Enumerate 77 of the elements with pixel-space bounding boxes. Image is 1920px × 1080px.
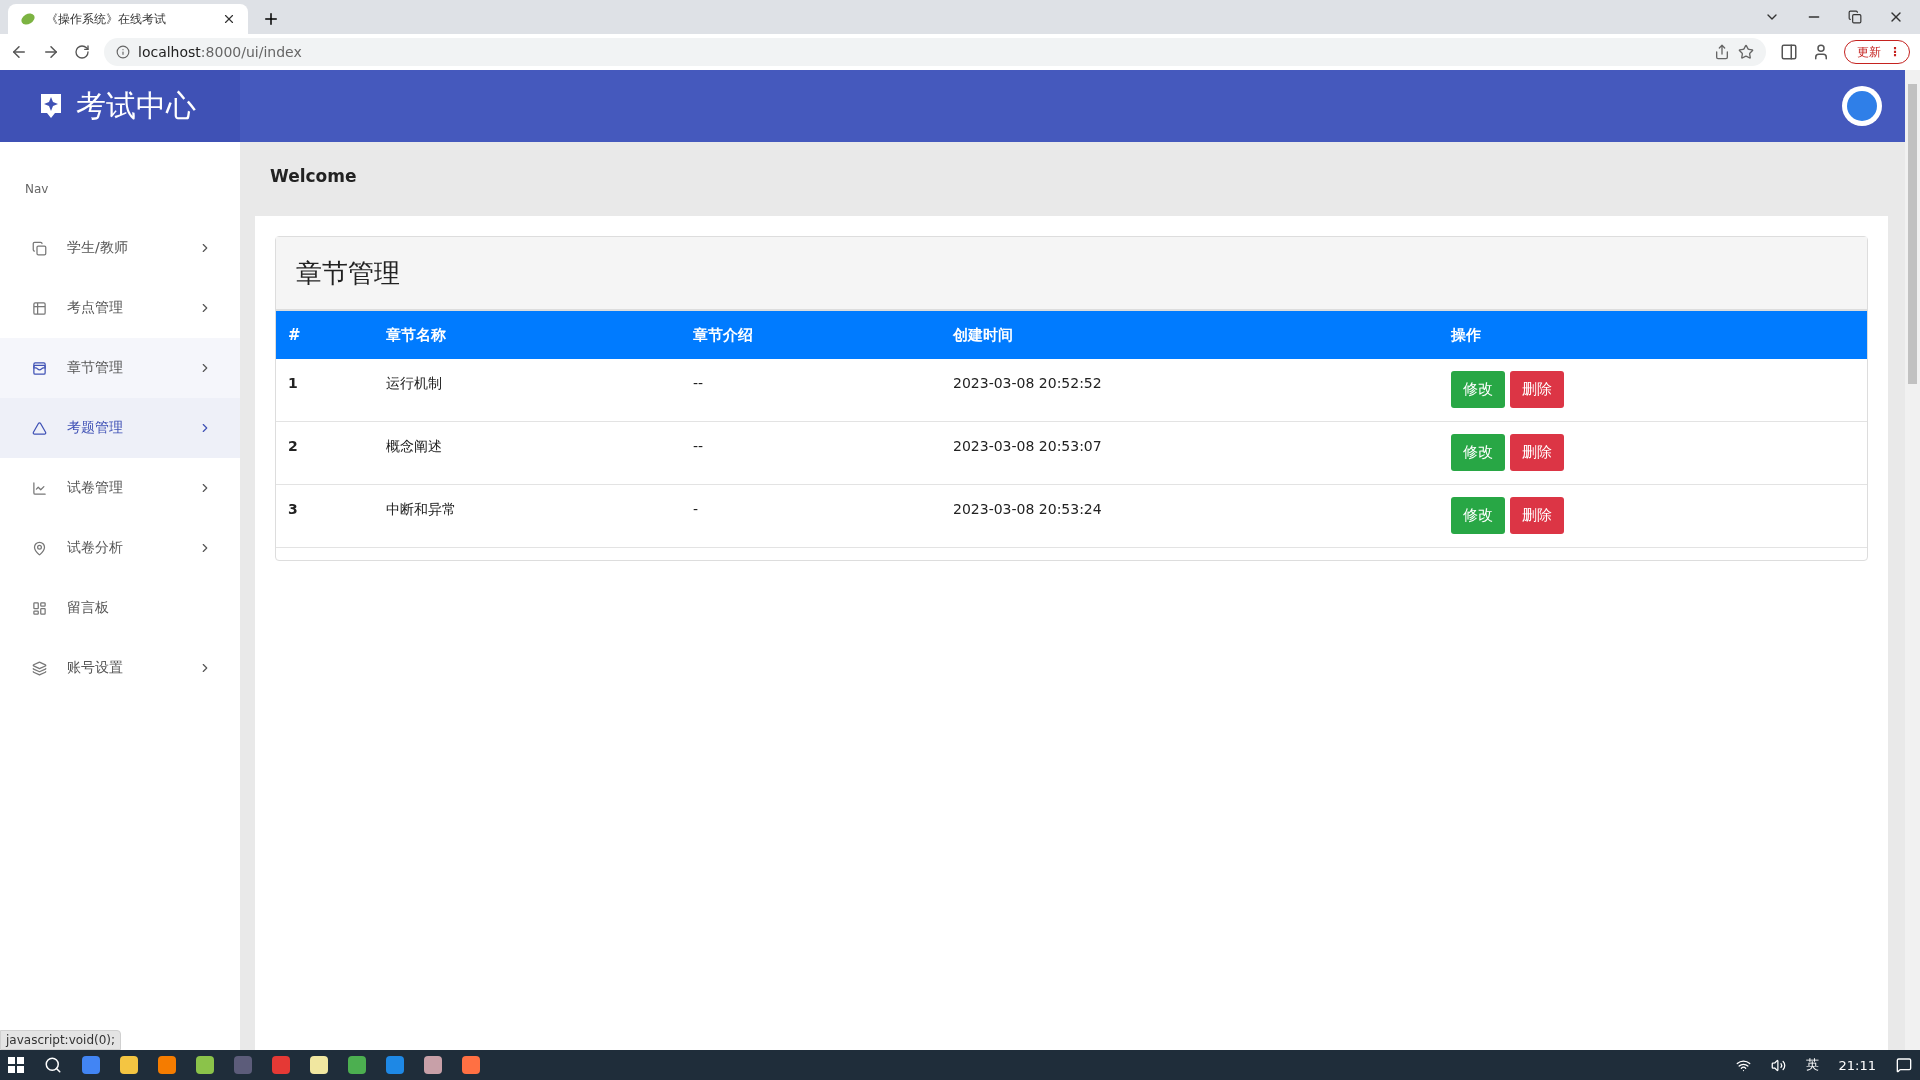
taskbar-app-icon[interactable] bbox=[348, 1056, 366, 1074]
wifi-icon bbox=[1735, 1057, 1751, 1073]
delete-button[interactable]: 删除 bbox=[1510, 371, 1564, 408]
address-bar[interactable]: localhost:8000/ui/index bbox=[104, 38, 1766, 66]
taskbar-app-icon[interactable] bbox=[158, 1056, 176, 1074]
taskbar-app-icon[interactable] bbox=[196, 1056, 214, 1074]
map-pin-icon bbox=[32, 540, 47, 556]
table-cell: 1 bbox=[276, 359, 374, 422]
restore-icon[interactable] bbox=[1848, 10, 1862, 24]
delete-button[interactable]: 删除 bbox=[1510, 497, 1564, 534]
taskbar-app-icon[interactable] bbox=[310, 1056, 328, 1074]
sidebar-item[interactable]: 考题管理 bbox=[0, 398, 240, 458]
column-header: 章节名称 bbox=[374, 311, 681, 359]
sidebar-item[interactable]: 考点管理 bbox=[0, 278, 240, 338]
sidebar-item[interactable]: 学生/教师 bbox=[0, 218, 240, 278]
column-header: 操作 bbox=[1439, 311, 1867, 359]
table-cell: 2023-03-08 20:52:52 bbox=[941, 359, 1439, 422]
taskbar-app-icon[interactable] bbox=[82, 1056, 100, 1074]
new-tab-icon[interactable] bbox=[262, 10, 280, 28]
table-cell: 运行机制 bbox=[374, 359, 681, 422]
table-cell: 2023-03-08 20:53:07 bbox=[941, 422, 1439, 485]
profile-icon[interactable] bbox=[1812, 43, 1830, 61]
sidebar-item[interactable]: 试卷分析 bbox=[0, 518, 240, 578]
nav-heading: Nav bbox=[24, 182, 50, 198]
table-cell: 2023-03-08 20:53:24 bbox=[941, 485, 1439, 548]
cards-icon bbox=[32, 360, 47, 376]
status-tooltip: javascript:void(0); bbox=[0, 1030, 122, 1050]
clock: 21:11 bbox=[1838, 1057, 1876, 1073]
breadcrumb: Welcome bbox=[269, 165, 358, 188]
star-icon[interactable] bbox=[1738, 44, 1754, 60]
dashboard-icon bbox=[32, 600, 47, 616]
taskbar-app-icon[interactable] bbox=[462, 1056, 480, 1074]
copy-icon bbox=[32, 240, 47, 256]
url-text: localhost:8000/ui/index bbox=[138, 44, 302, 60]
sidebar-item[interactable]: 章节管理 bbox=[0, 338, 240, 398]
sidebar-item[interactable]: 账号设置 bbox=[0, 638, 240, 698]
forward-icon[interactable] bbox=[42, 43, 60, 61]
sidebar-item[interactable]: 留言板 bbox=[0, 578, 240, 638]
table-cell: - bbox=[681, 485, 941, 548]
table-icon bbox=[32, 300, 47, 316]
input-method-indicator[interactable]: 英 bbox=[1805, 1056, 1819, 1074]
update-button[interactable]: 更新 ⋮ bbox=[1844, 40, 1910, 64]
taskbar-app-icon[interactable] bbox=[272, 1056, 290, 1074]
column-header: 创建时间 bbox=[941, 311, 1439, 359]
browser-tab[interactable]: 《操作系统》在线考试 bbox=[8, 4, 248, 34]
card-title: 章节管理 bbox=[276, 237, 1867, 311]
table-cell: -- bbox=[681, 359, 941, 422]
search-icon[interactable] bbox=[44, 1056, 62, 1074]
reload-icon[interactable] bbox=[74, 44, 90, 60]
table-cell: -- bbox=[681, 422, 941, 485]
table-cell: 2 bbox=[276, 422, 374, 485]
close-icon[interactable] bbox=[222, 12, 236, 26]
taskbar-app-icon[interactable] bbox=[386, 1056, 404, 1074]
back-icon[interactable] bbox=[10, 43, 28, 61]
share-icon[interactable] bbox=[1714, 44, 1730, 60]
triangle-icon bbox=[32, 420, 47, 436]
notification-icon[interactable] bbox=[1896, 1057, 1912, 1073]
sparkle-badge-icon bbox=[38, 92, 64, 120]
column-header: # bbox=[276, 311, 374, 359]
volume-icon bbox=[1770, 1057, 1786, 1073]
table-cell: 3 bbox=[276, 485, 374, 548]
table-cell: 中断和异常 bbox=[374, 485, 681, 548]
delete-button[interactable]: 删除 bbox=[1510, 434, 1564, 471]
leaf-icon bbox=[20, 12, 36, 26]
side-panel-icon[interactable] bbox=[1780, 43, 1798, 61]
scrollbar[interactable] bbox=[1905, 70, 1920, 1050]
sidebar-item[interactable]: 试卷管理 bbox=[0, 458, 240, 518]
line-chart-icon bbox=[32, 480, 47, 496]
avatar[interactable] bbox=[1842, 86, 1882, 126]
layers-icon bbox=[32, 660, 47, 676]
taskbar-app-icon[interactable] bbox=[424, 1056, 442, 1074]
windows-start-icon[interactable] bbox=[8, 1057, 24, 1073]
table-cell: 概念阐述 bbox=[374, 422, 681, 485]
info-icon bbox=[116, 45, 130, 59]
taskbar-app-icon[interactable] bbox=[120, 1056, 138, 1074]
column-header: 章节介绍 bbox=[681, 311, 941, 359]
app-title: 考试中心 bbox=[76, 86, 196, 125]
